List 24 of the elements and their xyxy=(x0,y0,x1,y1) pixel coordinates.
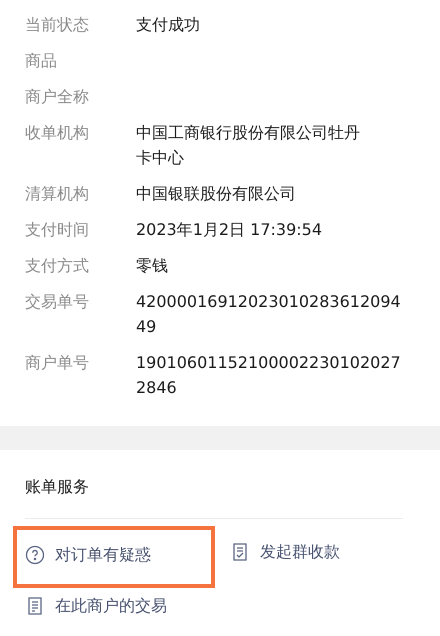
field-label: 清算机构 xyxy=(25,183,90,205)
field-value: 42000016912023010283612094 xyxy=(136,291,401,313)
field-value: 中国银联股份有限公司 xyxy=(136,183,296,205)
field-value: 支付成功 xyxy=(136,14,200,36)
field-label: 交易单号 xyxy=(25,291,90,313)
field-value: 2846 xyxy=(136,377,178,399)
field-value: 19010601152100002230102027 xyxy=(136,352,401,374)
field-label: 收单机构 xyxy=(25,122,90,144)
field-value: 零钱 xyxy=(136,255,168,277)
question-icon xyxy=(25,545,45,565)
field-value: 中国工商银行股份有限公司牡丹 xyxy=(136,122,360,144)
section-title: 账单服务 xyxy=(25,450,403,519)
field-label: 当前状态 xyxy=(25,14,90,36)
field-label: 商户全称 xyxy=(25,86,90,108)
field-label: 商户单号 xyxy=(25,352,90,374)
field-value: 2023年1月2日 17:39:54 xyxy=(136,219,322,241)
field-label: 支付方式 xyxy=(25,255,90,277)
service-link[interactable]: 对订单有疑惑 xyxy=(25,530,211,580)
service-link[interactable]: 在此商户的交易 xyxy=(25,581,230,631)
field-value: 49 xyxy=(136,316,158,338)
field-label: 支付时间 xyxy=(25,219,90,241)
field-value: 卡中心 xyxy=(136,147,185,169)
service-link[interactable]: 发起群收款 xyxy=(230,527,403,577)
field-label: 商品 xyxy=(25,50,58,72)
